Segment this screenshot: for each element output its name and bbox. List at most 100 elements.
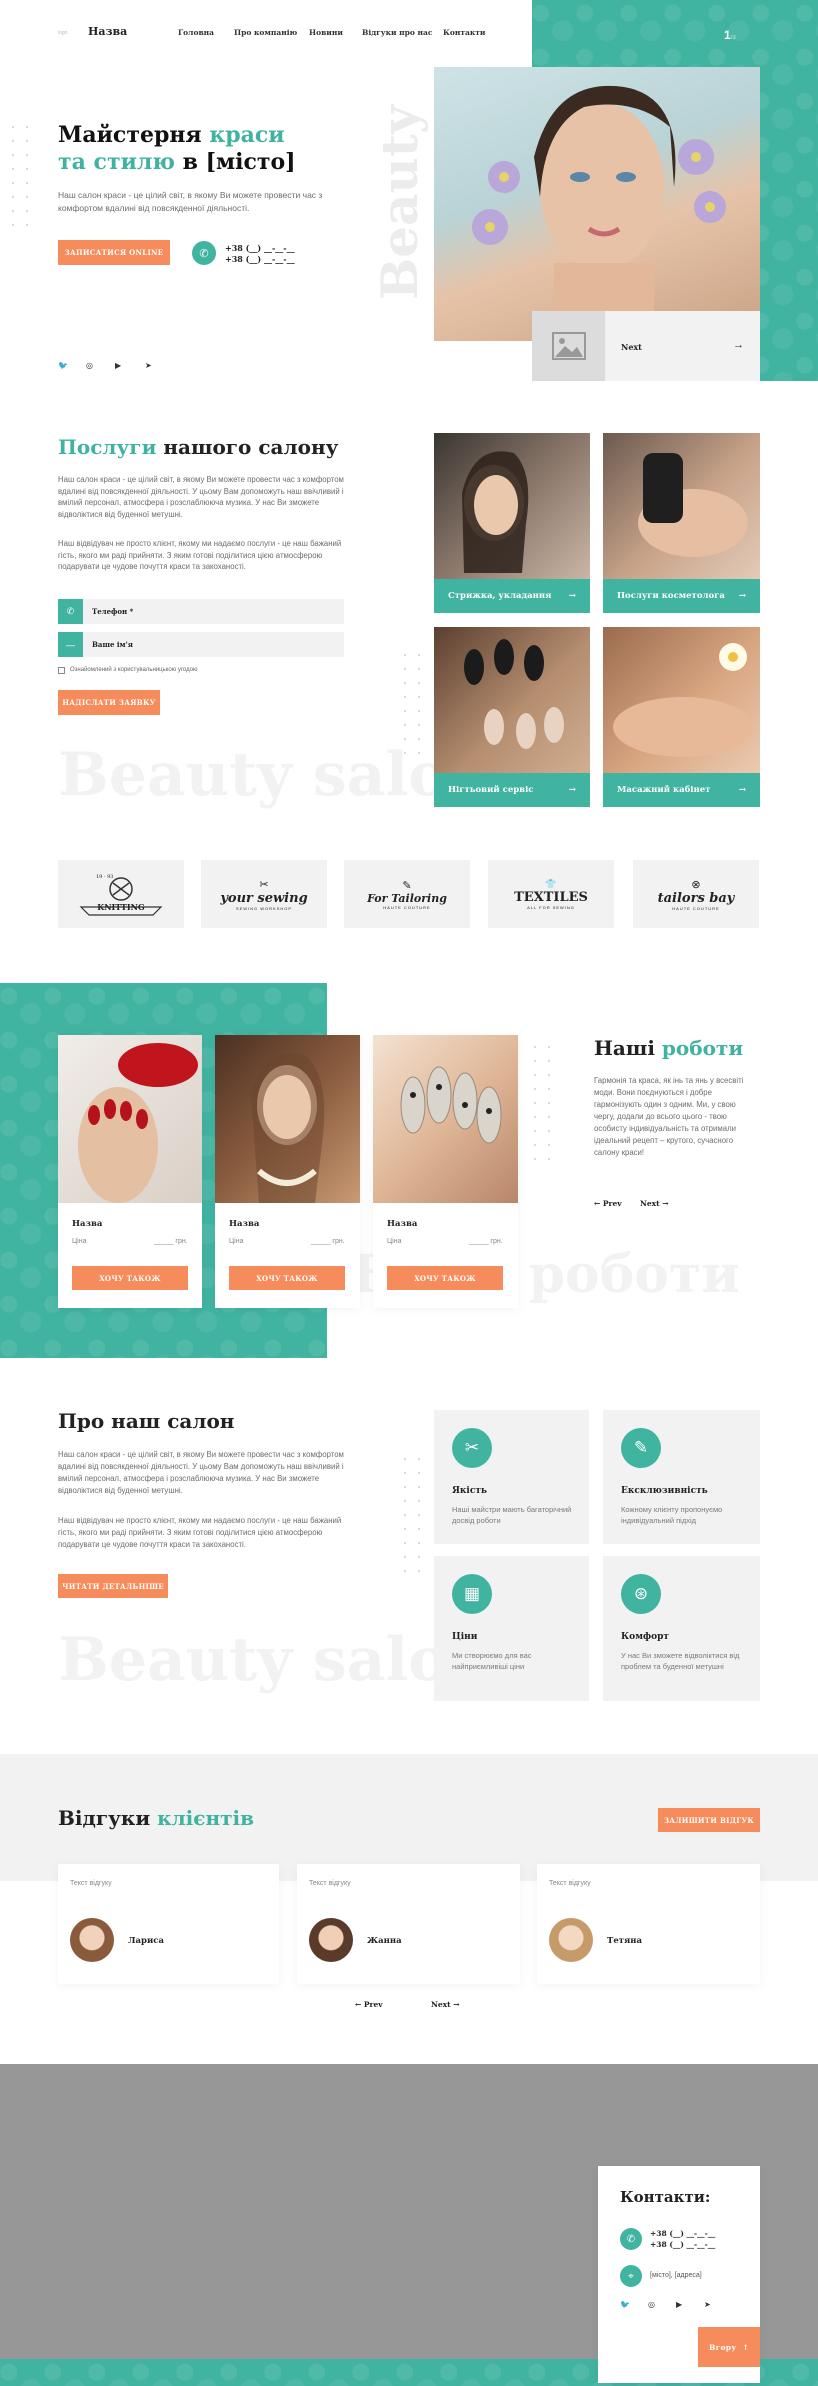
contacts-phone-1[interactable]: +38 (__) __-__-__ xyxy=(650,2229,715,2238)
feature-quality-title: Якість xyxy=(452,1486,488,1496)
user-icon: — xyxy=(58,632,83,657)
service-card-massage-label: Масажний кабінет xyxy=(617,785,711,795)
hero-next-panel[interactable]: Next → xyxy=(605,311,760,381)
review-card-2: Текст відгуку Жанна xyxy=(297,1864,520,1984)
read-more-button[interactable]: Читати детальніше xyxy=(58,1574,168,1598)
service-card-cosmetology[interactable]: Послуги косметолога → xyxy=(603,433,760,613)
consent-label: Ознайомлений з користувальницькою угодою xyxy=(70,667,198,673)
works-title: Наші роботи xyxy=(594,1036,743,1060)
feature-exclusivity: ✎ Ексклюзивність Кожному клієнту пропону… xyxy=(603,1410,760,1544)
avatar xyxy=(309,1918,353,1962)
partner-logo-knitting[interactable]: 19 · 93 KNITTING xyxy=(58,860,184,928)
partner-logo-your-sewing[interactable]: ✂ your sewing SEWING WORKSHOP xyxy=(201,860,327,928)
service-card-cosmetology-label: Послуги косметолога xyxy=(617,591,725,601)
hero-phone-1[interactable]: +38 (__) __-__-__ xyxy=(225,243,295,253)
phone-icon: ✆ xyxy=(620,2228,642,2250)
review-card-3-name: Тетяна xyxy=(607,1936,643,1946)
nails-illustration xyxy=(464,639,564,749)
youtube-icon[interactable]: ▶ xyxy=(115,361,121,370)
nav-contacts[interactable]: Контакти xyxy=(443,28,485,37)
reviews-title-part1: Відгуки xyxy=(58,1806,158,1830)
works-next-button[interactable]: Next → xyxy=(640,1199,668,1208)
review-card-1: Текст відгуку Лариса xyxy=(58,1864,279,1984)
work-card-2: Назва Ціна _____ грн. Хочу також xyxy=(215,1035,360,1308)
phone-field[interactable]: ✆ Телефон * xyxy=(58,599,344,624)
arrow-up-icon: ↑ xyxy=(742,2342,750,2352)
cosmetology-illustration xyxy=(638,453,748,557)
service-card-haircut-label: Стрижка, укладання xyxy=(448,591,552,601)
service-card-nails[interactable]: Нігтьовий сервіс → xyxy=(434,627,590,807)
instagram-icon[interactable]: ◎ xyxy=(648,2300,655,2309)
contacts-title: Контакти: xyxy=(620,2188,711,2206)
works-text: Гармонія та краса, як інь та янь у всесв… xyxy=(594,1076,744,1157)
book-online-button[interactable]: Записатися Online xyxy=(58,240,170,265)
works-title-part1: Наші xyxy=(594,1036,662,1060)
hero-thumb[interactable] xyxy=(532,311,605,381)
work-card-3-want-button[interactable]: Хочу також xyxy=(387,1266,503,1290)
twitter-icon[interactable]: 🐦 xyxy=(58,361,68,370)
reviews-title: Відгуки клієнтів xyxy=(58,1806,254,1830)
arrow-right-icon: → xyxy=(450,2000,460,2009)
twitter-icon[interactable]: 🐦 xyxy=(620,2300,630,2309)
work-card-1-name: Назва xyxy=(72,1219,103,1229)
work-card-1-want-button[interactable]: Хочу також xyxy=(72,1266,188,1290)
leave-review-button[interactable]: Залишити відгук xyxy=(658,1808,760,1832)
nav-about[interactable]: Про компанію xyxy=(234,28,297,37)
brand-name[interactable]: Назва xyxy=(88,25,127,38)
name-field-placeholder: Ваше ім'я xyxy=(92,640,133,649)
feature-quality-text: Наші майстри мають багаторічний досвід р… xyxy=(452,1505,572,1525)
hero-photo xyxy=(434,67,760,341)
hero-phone-2[interactable]: +38 (__) __-__-__ xyxy=(225,254,295,264)
service-card-nails-bar[interactable]: Нігтьовий сервіс → xyxy=(434,773,590,807)
reviews-next-label: Next xyxy=(431,2000,451,2009)
partner-logo-textiles[interactable]: 👕 TEXTILES ALL FOR SEWING xyxy=(488,860,614,928)
shirt-icon: 👕 xyxy=(545,878,557,889)
feature-comfort-title: Комфорт xyxy=(621,1632,669,1642)
nav-reviews[interactable]: Відгуки про нас xyxy=(362,28,432,37)
arrow-left-icon: ← xyxy=(355,2000,364,2009)
feature-comfort: ⊛ Комфорт У нас Ви зможете відволіктися … xyxy=(603,1556,760,1701)
nav-home[interactable]: Головна xyxy=(178,28,214,37)
service-card-massage-bar[interactable]: Масажний кабінет → xyxy=(603,773,760,807)
hero-next-label: Next xyxy=(621,342,642,352)
consent-checkbox[interactable] xyxy=(58,667,65,674)
partner-logo-tailors-bay[interactable]: ⊗ tailors bay HAUTE COUTURE xyxy=(633,860,759,928)
work-card-2-want-button[interactable]: Хочу також xyxy=(229,1266,345,1290)
partner-tailors-bay-name: tailors bay xyxy=(657,890,735,906)
scroll-up-button[interactable]: Вгору ↑ xyxy=(698,2327,760,2367)
service-card-haircut[interactable]: Стрижка, укладання → xyxy=(434,433,590,613)
review-card-3: Текст відгуку Тетяна xyxy=(537,1864,760,1984)
review-card-1-name: Лариса xyxy=(128,1936,164,1946)
logo[interactable]: logo xyxy=(58,30,67,36)
arrow-right-icon: → xyxy=(738,785,746,795)
contacts-phone-2[interactable]: +38 (__) __-__-__ xyxy=(650,2240,715,2249)
nav-news[interactable]: Новини xyxy=(309,28,343,37)
partner-logo-for-tailoring[interactable]: ✎ For Tailoring HAUTE COUTURE xyxy=(344,860,470,928)
telegram-icon[interactable]: ➤ xyxy=(704,2300,711,2309)
arrow-right-icon: → xyxy=(659,1199,669,1208)
about-dots xyxy=(398,1452,420,1572)
name-field[interactable]: — Ваше ім'я xyxy=(58,632,344,657)
service-card-massage[interactable]: Масажний кабінет → xyxy=(603,627,760,807)
instagram-icon[interactable]: ◎ xyxy=(86,361,93,370)
partner-your-sewing-sub: SEWING WORKSHOP xyxy=(235,905,293,911)
reviews-title-accent: клієнтів xyxy=(157,1806,254,1830)
thread-icon: ⊗ xyxy=(691,878,701,891)
reviews-prev-button[interactable]: ← Prev xyxy=(355,2000,383,2009)
reviews-prev-label: Prev xyxy=(363,2000,383,2009)
youtube-icon[interactable]: ▶ xyxy=(676,2300,682,2309)
partner-knitting-name: KNITTING xyxy=(97,902,145,912)
arrow-right-icon: → xyxy=(568,591,576,601)
works-prev-button[interactable]: ← Prev xyxy=(594,1199,622,1208)
service-card-cosmetology-bar[interactable]: Послуги косметолога → xyxy=(603,579,760,613)
submit-request-button[interactable]: Надіслати заявку xyxy=(58,690,160,715)
feature-quality: ✂ Якість Наші майстри мають багаторічний… xyxy=(434,1410,589,1544)
feature-prices-text: Ми створюємо для вас найприємливіші ціни xyxy=(452,1651,532,1671)
hero-vertical-word: Beauty xyxy=(370,105,429,300)
arrow-right-icon: → xyxy=(733,339,744,351)
telegram-icon[interactable]: ➤ xyxy=(145,361,152,370)
services-text-1: Наш салон краси - це цілий світ, в якому… xyxy=(58,475,344,519)
massage-illustration xyxy=(613,643,753,757)
reviews-next-button[interactable]: Next → xyxy=(431,2000,459,2009)
service-card-haircut-bar[interactable]: Стрижка, укладання → xyxy=(434,579,590,613)
